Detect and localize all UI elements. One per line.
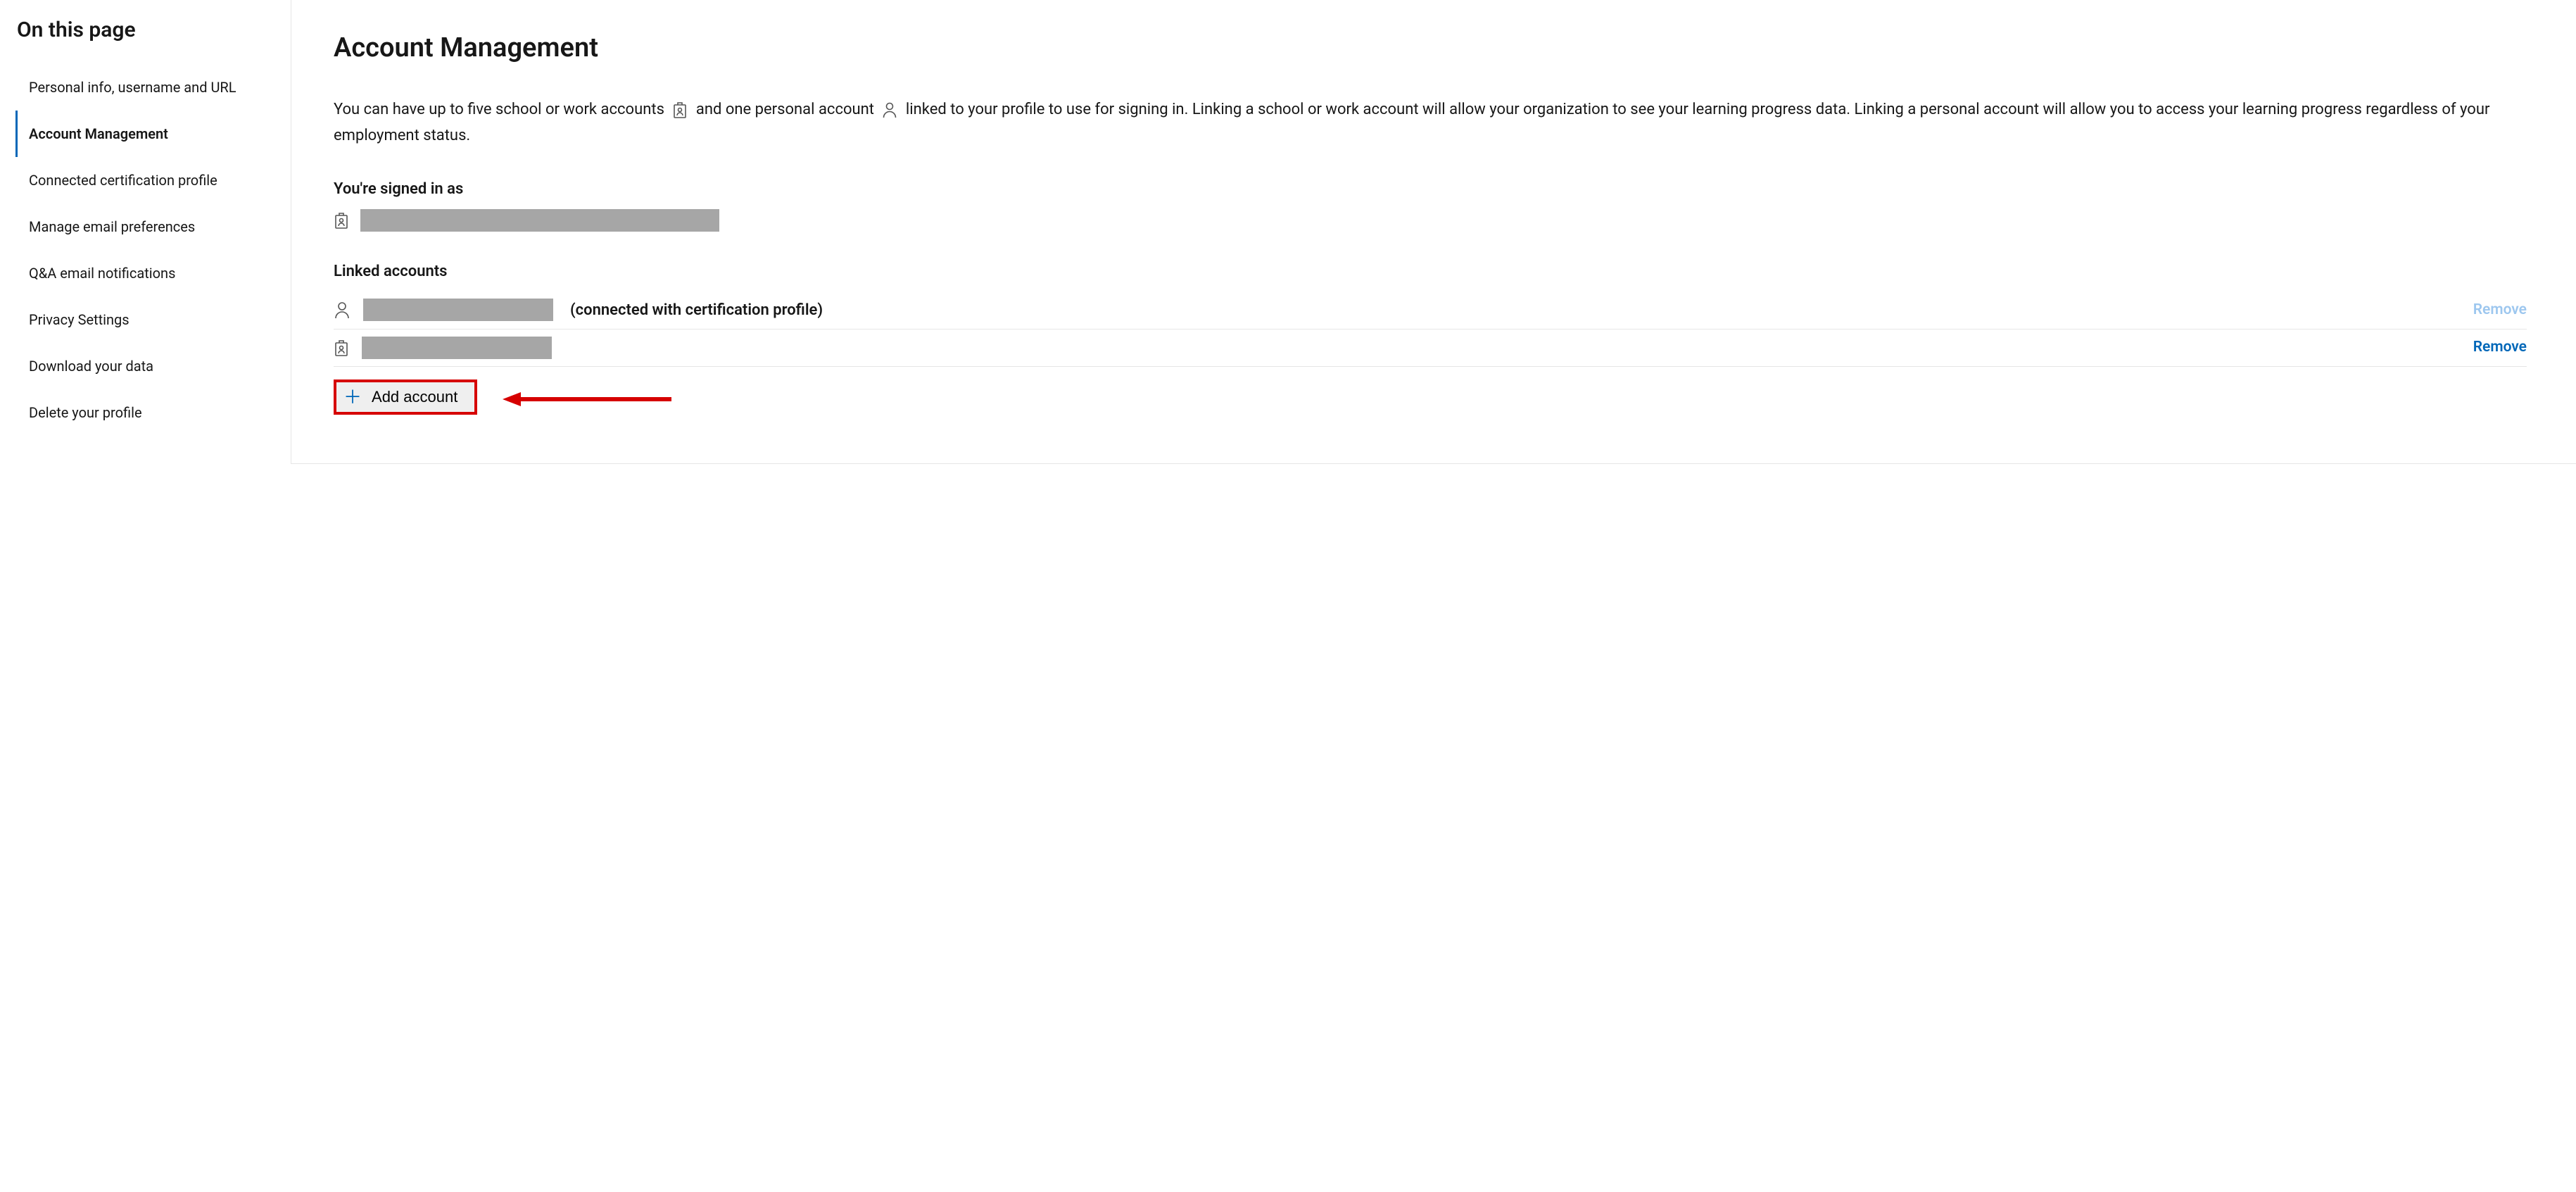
person-icon xyxy=(334,301,351,319)
page-title: Account Management xyxy=(334,28,2527,68)
linked-account-redacted xyxy=(363,299,553,321)
on-this-page-nav: On this page Personal info, username and… xyxy=(0,0,291,464)
nav-connected-certification[interactable]: Connected certification profile xyxy=(15,157,291,203)
nav-manage-email-preferences[interactable]: Manage email preferences xyxy=(15,203,291,250)
desc-text-2: and one personal account xyxy=(696,101,874,118)
sidebar-title: On this page xyxy=(15,14,291,46)
signed-in-heading: You're signed in as xyxy=(334,177,2527,201)
annotation-arrow-icon xyxy=(503,391,671,408)
nav-qa-email-notifications[interactable]: Q&A email notifications xyxy=(15,250,291,296)
signed-in-account-row xyxy=(334,209,2527,232)
linked-accounts-list: (connected with certification profile) R… xyxy=(334,291,2527,367)
nav-delete-your-profile[interactable]: Delete your profile xyxy=(15,389,291,436)
account-management-panel: Account Management You can have up to fi… xyxy=(291,0,2576,464)
badge-icon xyxy=(334,211,349,230)
nav-download-your-data[interactable]: Download your data xyxy=(15,343,291,389)
plus-icon: ＋ xyxy=(343,388,362,406)
add-account-button[interactable]: ＋ Add account xyxy=(334,379,477,415)
nav-personal-info[interactable]: Personal info, username and URL xyxy=(15,64,291,111)
remove-linked-account-button[interactable]: Remove xyxy=(2473,299,2527,322)
person-icon xyxy=(882,101,897,118)
signed-in-account-redacted xyxy=(360,209,719,232)
linked-account-note: (connected with certification profile) xyxy=(570,299,823,322)
badge-icon xyxy=(672,101,688,119)
add-account-label: Add account xyxy=(372,388,457,406)
account-description: You can have up to five school or work a… xyxy=(334,96,2527,149)
desc-text-1: You can have up to five school or work a… xyxy=(334,101,664,118)
nav-privacy-settings[interactable]: Privacy Settings xyxy=(15,296,291,343)
remove-linked-account-button[interactable]: Remove xyxy=(2473,337,2527,359)
linked-account-redacted xyxy=(362,337,552,359)
linked-accounts-heading: Linked accounts xyxy=(334,260,2527,283)
nav-account-management[interactable]: Account Management xyxy=(15,111,291,157)
linked-account-row: (connected with certification profile) R… xyxy=(334,291,2527,330)
badge-icon xyxy=(334,339,349,357)
linked-account-row: Remove xyxy=(334,330,2527,367)
